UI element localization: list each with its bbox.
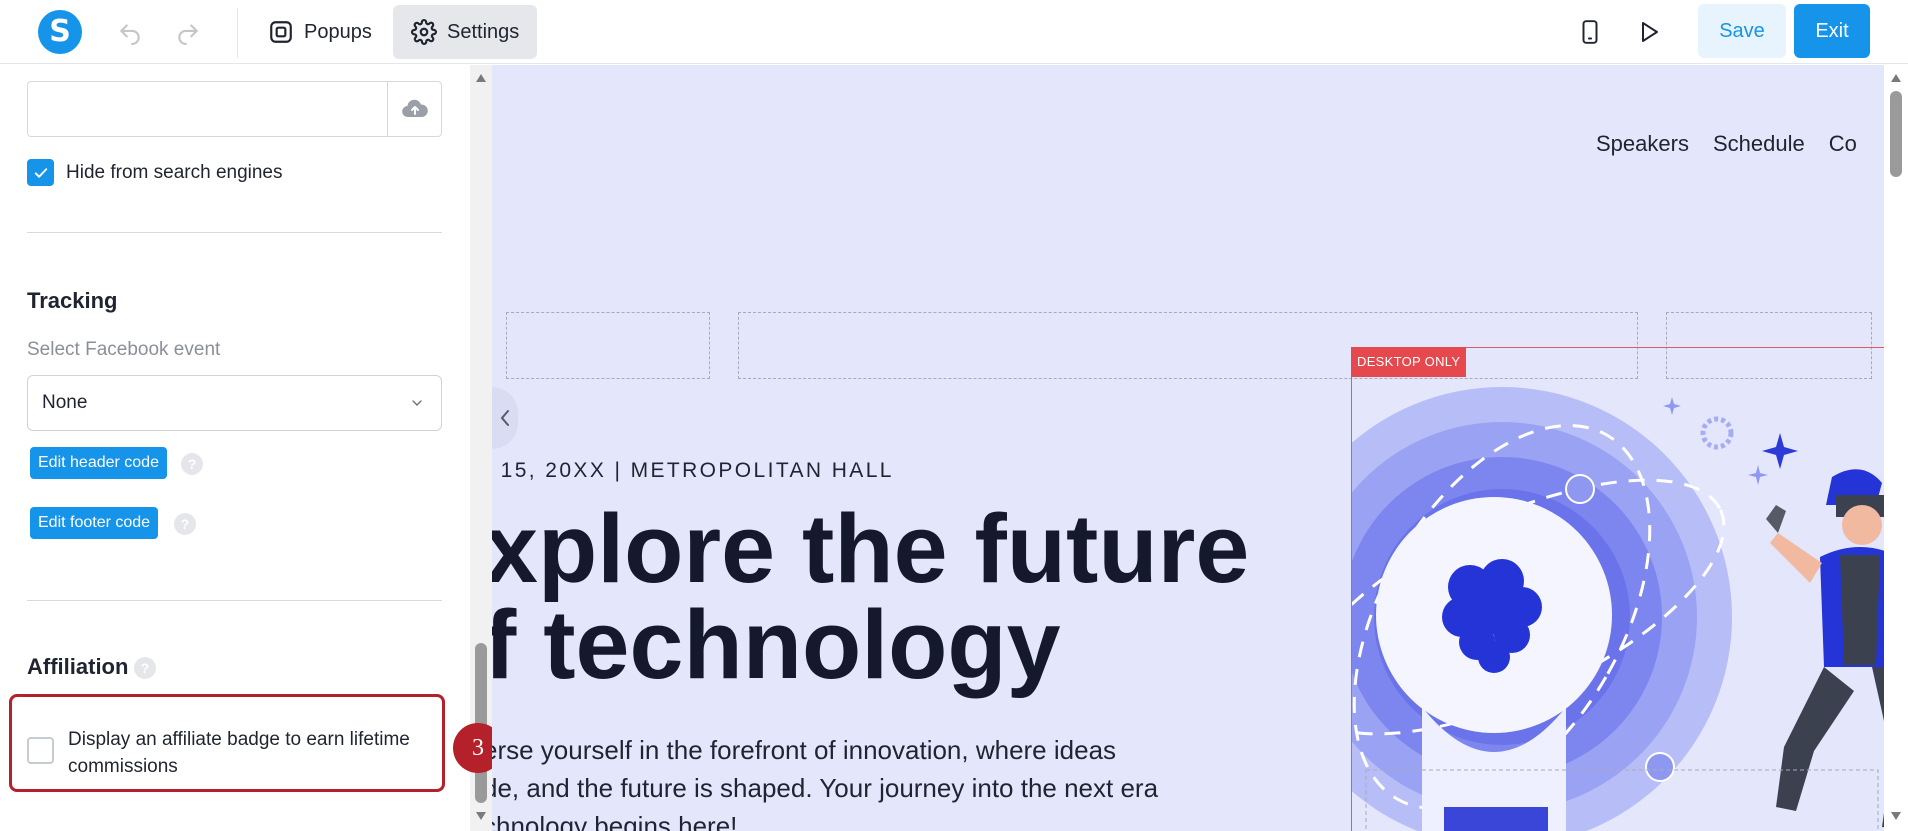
- popups-label: Popups: [304, 20, 372, 43]
- settings-label: Settings: [447, 20, 520, 43]
- hero-description-line-3: chnology begins here!: [492, 811, 738, 831]
- scroll-down-arrow-icon[interactable]: [1890, 811, 1902, 821]
- popups-button[interactable]: Popups: [250, 5, 390, 59]
- hero-description-line-2: de, and the future is shaped. Your journ…: [492, 773, 1159, 803]
- undo-button[interactable]: [112, 14, 148, 50]
- redo-icon: [178, 24, 198, 45]
- nav-link-speakers[interactable]: Speakers: [1596, 131, 1689, 157]
- nav-link-contact[interactable]: Co: [1829, 131, 1857, 157]
- image-url-field[interactable]: [27, 81, 442, 137]
- cloud-upload-icon: [401, 99, 428, 118]
- vr-person: [1766, 469, 1884, 828]
- affiliate-badge-row[interactable]: Display an affiliate badge to earn lifet…: [27, 726, 448, 780]
- hero-illustration: [1352, 387, 1884, 831]
- sidebar-scrollbar[interactable]: [470, 65, 492, 831]
- exit-button[interactable]: Exit: [1794, 4, 1870, 58]
- empty-block-placeholder[interactable]: [506, 312, 710, 379]
- orbit-dot: [1565, 474, 1595, 504]
- hero-headline: xplore the future f technology: [492, 494, 1250, 699]
- redo-button[interactable]: [170, 14, 206, 50]
- settings-button[interactable]: Settings: [393, 5, 538, 59]
- edit-footer-code-button[interactable]: Edit footer code: [30, 507, 159, 539]
- scroll-up-arrow-icon[interactable]: [475, 73, 487, 83]
- help-icon[interactable]: ?: [181, 453, 203, 475]
- chevron-down-icon: [412, 400, 422, 406]
- upload-button[interactable]: [387, 82, 441, 136]
- facebook-event-label: Select Facebook event: [27, 339, 221, 360]
- affiliate-badge-checkbox[interactable]: [27, 737, 54, 764]
- scroll-up-arrow-icon[interactable]: [1890, 73, 1902, 83]
- help-icon[interactable]: ?: [174, 513, 196, 535]
- hero-headline-line-1: xplore the future: [492, 494, 1250, 603]
- tracking-title: Tracking: [27, 288, 118, 313]
- hide-from-search-checkbox[interactable]: [27, 159, 54, 186]
- settings-sidebar: Hide from search engines Tracking Select…: [0, 65, 492, 831]
- toolbar-divider: [237, 8, 238, 58]
- hero-description: erse yourself in the forefront of innova…: [492, 731, 1158, 831]
- hide-from-search-row[interactable]: Hide from search engines: [27, 159, 283, 186]
- sparkle-icon: [1762, 433, 1798, 469]
- save-button[interactable]: Save: [1698, 4, 1786, 58]
- event-date-location: E 15, 20XX | METROPOLITAN HALL: [492, 459, 894, 482]
- sparkle-icon: [1663, 397, 1681, 415]
- popup-icon: [270, 21, 292, 43]
- page-canvas: Speakers Schedule Co E 15, 20XX | METROP…: [492, 65, 1884, 831]
- affiliation-title: Affiliation: [27, 654, 129, 679]
- affiliate-badge-label: Display an affiliate badge to earn lifet…: [68, 729, 410, 777]
- gear-icon: [411, 19, 437, 45]
- preview-play-button[interactable]: [1631, 14, 1667, 50]
- play-icon: [1642, 22, 1658, 42]
- chevron-left-icon: [500, 410, 509, 426]
- canvas-scrollbar[interactable]: [1884, 65, 1908, 831]
- hero-description-line-1: erse yourself in the forefront of innova…: [492, 735, 1117, 765]
- collapse-sidebar-handle[interactable]: [492, 387, 518, 449]
- facebook-event-select[interactable]: None: [27, 375, 442, 431]
- facebook-event-value: None: [42, 392, 88, 413]
- site-nav: Speakers Schedule Co: [1596, 131, 1857, 157]
- canvas-scrollbar-thumb[interactable]: [1890, 91, 1902, 177]
- scroll-down-arrow-icon[interactable]: [475, 811, 487, 821]
- section-divider: [27, 232, 442, 233]
- top-toolbar: S Popups Settings Save Exit: [0, 0, 1908, 64]
- undo-icon: [120, 24, 140, 45]
- bulb-base: [1444, 807, 1548, 831]
- nav-link-schedule[interactable]: Schedule: [1713, 131, 1805, 157]
- edit-header-code-button[interactable]: Edit header code: [30, 447, 167, 479]
- help-icon[interactable]: ?: [134, 657, 156, 679]
- desktop-only-badge: DESKTOP ONLY: [1351, 347, 1467, 377]
- app-logo[interactable]: S: [38, 10, 82, 54]
- mobile-phone-icon: [1582, 20, 1598, 44]
- checkmark-icon: [34, 167, 47, 178]
- gear-decoration-icon: [1700, 416, 1734, 450]
- hero-headline-line-2: f technology: [492, 590, 1061, 699]
- sparkle-icon: [1748, 465, 1768, 485]
- hide-from-search-label: Hide from search engines: [66, 161, 283, 183]
- orbit-dot: [1645, 752, 1675, 782]
- mobile-preview-button[interactable]: [1572, 14, 1608, 50]
- section-divider: [27, 600, 442, 601]
